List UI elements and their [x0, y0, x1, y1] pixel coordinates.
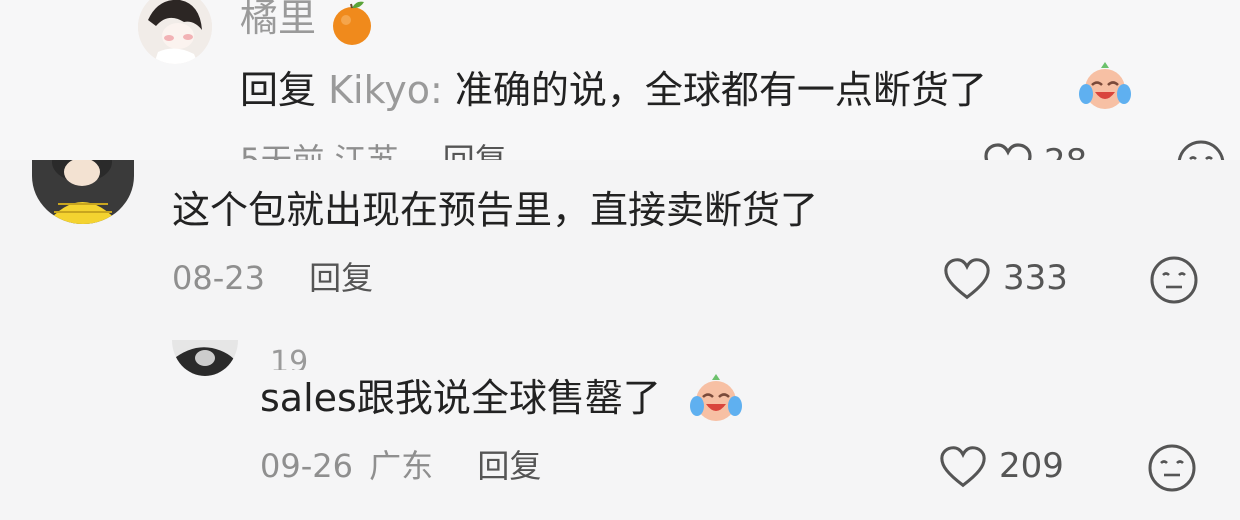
comment-strip-1: 橘里 回复 Kikyo: 准确的说，全球都有一点断货了 5天前 江苏 回复 28 [0, 0, 1240, 160]
comment-text: 这个包就出现在预告里，直接卖断货了 [172, 182, 818, 238]
like-count: 209 [999, 446, 1064, 486]
comment-strip-2: 这个包就出现在预告里，直接卖断货了 08-23 回复 333 [0, 160, 1240, 340]
comment-username-partial[interactable]: 19 [270, 348, 308, 370]
reply-button[interactable]: 回复 [443, 141, 507, 160]
reply-button[interactable]: 回复 [477, 447, 541, 485]
orange-emoji [330, 0, 374, 46]
neutral-face-icon[interactable] [1146, 442, 1198, 494]
comment-text: 回复 Kikyo: 准确的说，全球都有一点断货了 [240, 64, 987, 116]
reply-target-user[interactable]: Kikyo: [328, 68, 443, 112]
heart-outline-icon[interactable] [938, 444, 988, 490]
avatar[interactable] [138, 0, 212, 64]
comment-date-location: 5天前 江苏 [240, 141, 399, 160]
comment-location: 广东 [369, 447, 434, 485]
comment-date: 08-23 [172, 259, 265, 297]
avatar[interactable] [32, 160, 134, 224]
heart-outline-icon[interactable] [942, 256, 992, 302]
comment-username[interactable]: 橘里 [240, 0, 316, 42]
heart-outline-icon[interactable] [982, 142, 1034, 160]
reply-prefix: 回复 [240, 68, 317, 112]
comment-strip-3: 19 sales跟我说全球售罄了 09-26 广东 回复 209 [0, 340, 1240, 520]
comment-date: 09-26 [260, 447, 353, 485]
like-count: 333 [1003, 258, 1068, 298]
neutral-face-icon[interactable] [1148, 254, 1200, 306]
comment-body: sales跟我说全球售罄了 [260, 376, 661, 420]
reply-button[interactable]: 回复 [309, 259, 373, 297]
comment-meta: 08-23 回复 [172, 256, 373, 300]
comment-text: sales跟我说全球售罄了 [260, 370, 661, 426]
comment-meta-partial: 5天前 江苏 回复 [240, 140, 507, 160]
avatar[interactable] [172, 340, 238, 376]
comment-body: 准确的说，全球都有一点断货了 [454, 68, 987, 112]
comment-body: 这个包就出现在预告里，直接卖断货了 [172, 188, 819, 232]
neutral-face-icon[interactable] [1175, 138, 1227, 160]
crying-laughing-emoji [688, 370, 744, 426]
crying-laughing-emoji [1077, 58, 1133, 114]
comment-meta: 09-26 广东 回复 [260, 444, 541, 488]
like-count: 28 [1044, 142, 1087, 160]
